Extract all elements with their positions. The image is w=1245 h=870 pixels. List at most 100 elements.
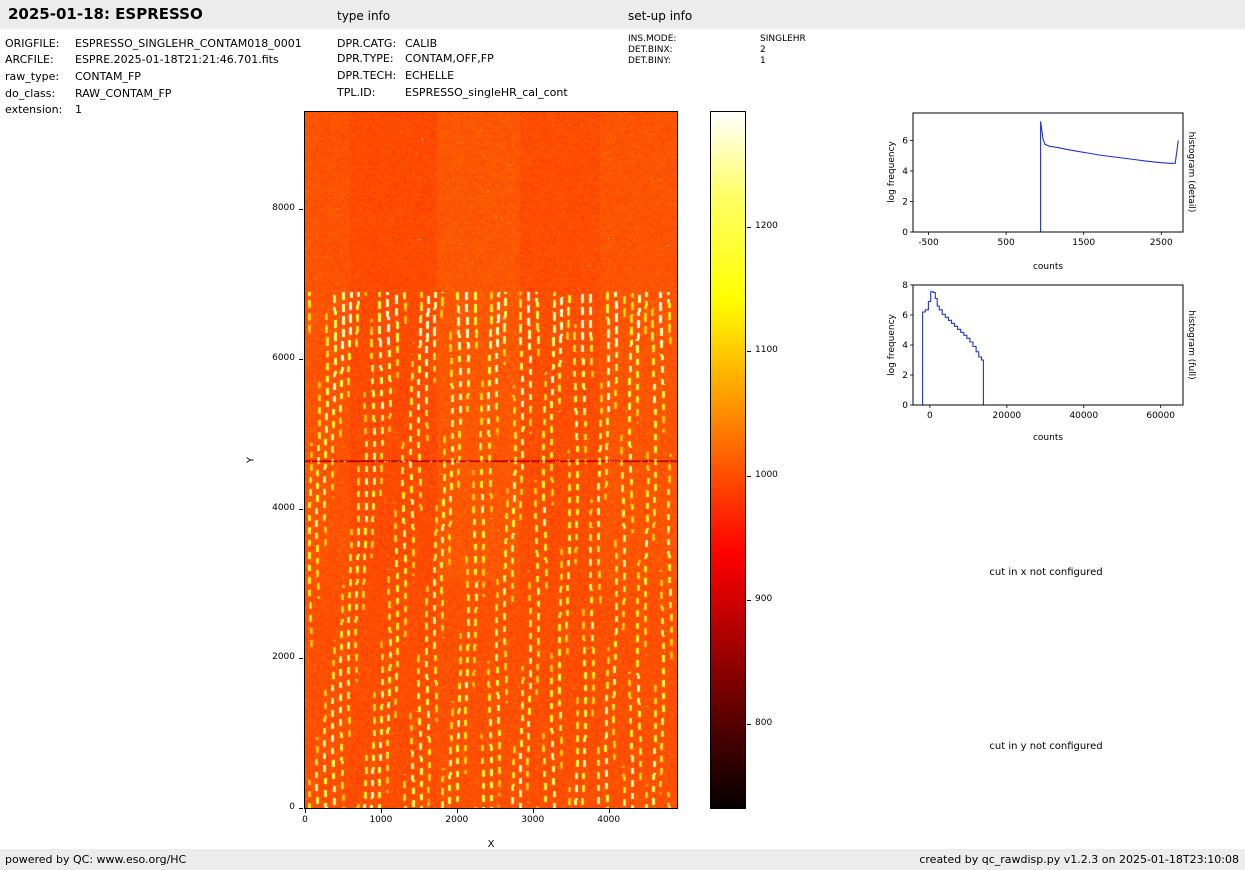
field-label: DPR.TECH: — [337, 69, 397, 82]
raw-image-frame — [304, 111, 678, 809]
footer-left-text: powered by QC: www.eso.org/HC — [5, 853, 187, 866]
colorbar-tick — [747, 723, 751, 725]
histogram-detail-plot: -500 500 1500 2500 0 2 4 6 — [902, 112, 1184, 248]
x-tick-label: 3000 — [521, 815, 545, 825]
footer-right-text: created by qc_rawdisp.py v1.2.3 on 2025-… — [919, 853, 1239, 866]
footer-bar: powered by QC: www.eso.org/HC created by… — [0, 849, 1245, 870]
x-tick-label: -500 — [918, 238, 939, 248]
page-title: 2025-01-18: ESPRESSO — [8, 5, 203, 23]
y-tick-label: 4000 — [272, 502, 295, 513]
type-info-row: DPR.CATG: CALIB — [337, 37, 437, 50]
y-tick-label: 4 — [902, 341, 908, 351]
field-value: ESPRESSO_singleHR_cal_cont — [405, 86, 568, 99]
colorbar-tick-label: 1000 — [755, 469, 778, 480]
type-info-row: DPR.TECH: ECHELLE — [337, 69, 454, 82]
y-tick — [299, 658, 303, 660]
y-tick-label: 2000 — [272, 652, 295, 663]
field-label: do_class: — [5, 87, 56, 100]
detector-image — [305, 112, 677, 808]
colorbar-tick-label: 900 — [755, 593, 773, 604]
histogram-detail-ylabel: log frequency — [887, 141, 897, 203]
type-info-row: DPR.TYPE: CONTAM,OFF,FP — [337, 52, 494, 65]
field-value: 2 — [760, 45, 766, 55]
x-tick-label: 1000 — [369, 815, 393, 825]
histogram-detail-xlabel: counts — [1032, 262, 1064, 272]
y-tick — [299, 209, 303, 211]
y-tick-label: 0 — [902, 228, 908, 238]
colorbar-tick — [747, 599, 751, 601]
y-tick-label: 8000 — [272, 203, 295, 214]
header-bar: 2025-01-18: ESPRESSO type info set-up in… — [0, 0, 1245, 29]
field-label: ORIGFILE: — [5, 37, 60, 50]
y-tick-label: 0 — [289, 802, 295, 812]
field-label: TPL.ID: — [337, 86, 376, 99]
colorbar-tick-label: 1200 — [755, 221, 778, 232]
x-tick-label: 60000 — [1146, 411, 1175, 421]
colorbar-tick — [747, 475, 751, 477]
field-label: DET.BINX: — [628, 45, 673, 55]
y-tick — [299, 808, 303, 809]
y-tick-label: 0 — [902, 401, 908, 411]
y-tick — [299, 358, 303, 360]
metadata-row: ARCFILE: ESPRE.2025-01-18T21:21:46.701.fi… — [5, 53, 279, 66]
x-tick — [380, 809, 382, 813]
field-label: DPR.TYPE: — [337, 52, 394, 65]
histogram-full-ylabel: log frequency — [887, 314, 897, 376]
y-tick-label: 2 — [902, 197, 908, 207]
field-value: CONTAM,OFF,FP — [405, 52, 494, 65]
colorbar-tick-label: 800 — [755, 717, 773, 728]
x-tick-label: 500 — [998, 238, 1015, 248]
colorbar — [710, 111, 746, 809]
x-tick-label: 1500 — [1072, 238, 1095, 248]
field-value: CONTAM_FP — [75, 70, 141, 83]
x-tick — [608, 809, 610, 813]
x-tick — [456, 809, 458, 813]
field-label: INS.MODE: — [628, 34, 677, 44]
field-value: 1 — [75, 103, 82, 116]
field-label: raw_type: — [5, 70, 60, 83]
type-info-row: TPL.ID: ESPRESSO_singleHR_cal_cont — [337, 86, 568, 99]
colorbar-tick — [747, 351, 751, 353]
field-label: DET.BINY: — [628, 56, 671, 66]
cut-x-message: cut in x not configured — [989, 567, 1103, 578]
field-value: ESPRE.2025-01-18T21:21:46.701.fits — [75, 53, 279, 66]
axes-frame — [912, 112, 1184, 233]
field-value: CALIB — [405, 37, 438, 50]
metadata-row: raw_type: CONTAM_FP — [5, 70, 141, 83]
x-tick — [305, 809, 306, 813]
y-tick-label: 4 — [902, 167, 908, 177]
y-axis-label: Y — [245, 456, 257, 464]
histogram-full-xlabel: counts — [1032, 433, 1064, 443]
y-tick-label: 6000 — [272, 352, 295, 363]
setup-info-row: INS.MODE: SINGLEHR — [628, 34, 806, 44]
field-value: SINGLEHR — [760, 34, 806, 44]
colorbar-tick-label: 1100 — [755, 345, 778, 356]
metadata-row: extension: 1 — [5, 103, 82, 116]
x-tick-label: 2000 — [445, 815, 469, 825]
field-value: RAW_CONTAM_FP — [75, 87, 172, 100]
x-tick-label: 40000 — [1069, 411, 1098, 421]
colorbar-tick — [747, 227, 751, 229]
metadata-row: do_class: RAW_CONTAM_FP — [5, 87, 171, 100]
x-tick — [532, 809, 534, 813]
field-value: 1 — [760, 56, 766, 66]
x-tick-label: 2500 — [1150, 238, 1173, 248]
metadata-row: ORIGFILE: ESPRESSO_SINGLEHR_CONTAM018_000… — [5, 37, 302, 50]
x-tick-label: 20000 — [993, 411, 1022, 421]
y-tick-label: 6 — [902, 311, 908, 321]
histogram-line — [1040, 121, 1179, 232]
field-value: ESPRESSO_SINGLEHR_CONTAM018_0001 — [75, 37, 302, 50]
type-info-heading: type info — [337, 9, 391, 23]
x-tick-label: 0 — [927, 411, 933, 421]
x-tick-label: 0 — [302, 815, 308, 825]
axes-frame — [912, 284, 1184, 406]
field-label: extension: — [5, 103, 63, 116]
field-value: ECHELLE — [405, 69, 455, 82]
x-tick-label: 4000 — [597, 815, 621, 825]
setup-info-heading: set-up info — [628, 9, 693, 23]
field-label: ARCFILE: — [5, 53, 54, 66]
histogram-line — [922, 291, 984, 405]
histogram-detail-side-label: histogram (detail) — [1186, 131, 1196, 213]
y-tick — [299, 508, 303, 510]
histogram-full-plot: 0 20000 40000 60000 0 2 4 6 8 — [902, 281, 1184, 421]
